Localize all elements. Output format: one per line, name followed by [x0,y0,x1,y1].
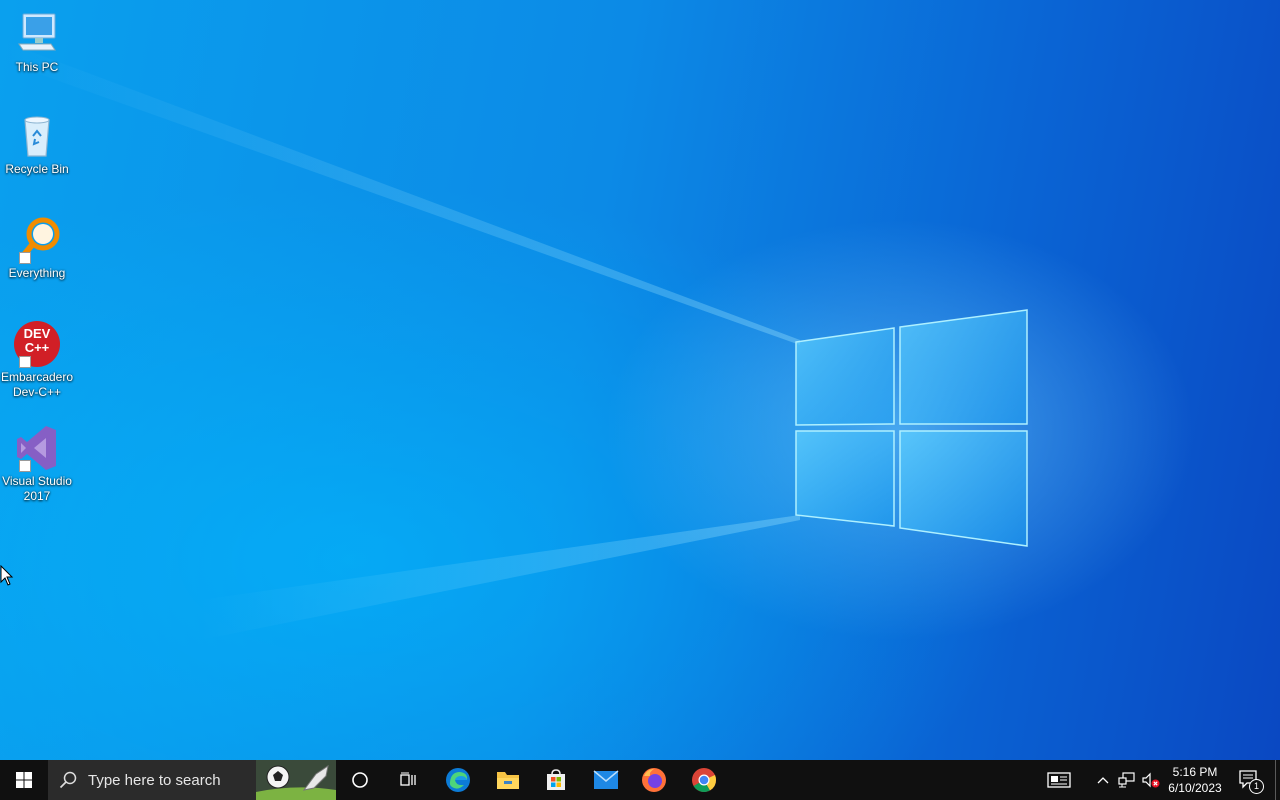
desktop-icon-label: This PC [15,60,59,74]
show-hidden-icons-button[interactable] [1092,760,1114,800]
chrome-icon [692,768,717,793]
clock-time: 5:16 PM [1172,765,1218,779]
search-highlight-soccer-icon [256,760,336,800]
desktop-icon-label: Everything [8,266,66,280]
store-icon [547,769,565,790]
taskbar-clock[interactable]: 5:16 PM 6/10/2023 [1164,760,1226,800]
task-view-icon [400,772,416,786]
file-explorer-icon [497,772,519,789]
visual-studio-icon [13,424,61,472]
news-and-interests[interactable] [1040,760,1078,800]
desktop-icon-this-pc[interactable]: This PC [0,10,74,75]
notification-count-badge: 1 [1249,779,1264,794]
desktop[interactable]: This PC Recycle Bin Everything DEV C++ E… [0,0,1280,760]
taskbar-chrome[interactable] [680,760,728,800]
desktop-icon-everything[interactable]: Everything [0,216,74,281]
cortana-button[interactable] [336,760,384,800]
taskbar-edge[interactable] [434,760,482,800]
volume-muted-icon [1142,772,1160,788]
devcpp-logo-text: DEV C++ [23,326,51,355]
chevron-up-icon [1097,777,1109,784]
desktop-icon-label: Embarcadero Dev-C++ [0,370,74,399]
action-center-button[interactable]: 1 [1232,760,1266,800]
cortana-icon [352,772,368,788]
taskbar-search-box[interactable]: Type here to search [48,760,336,800]
volume-button[interactable] [1140,760,1162,800]
desktop-icon-visual-studio[interactable]: Visual Studio 2017 [0,424,74,504]
start-button[interactable] [0,760,48,800]
shortcut-arrow-icon [19,252,31,264]
recycle-bin-icon [13,112,61,160]
network-status-button[interactable] [1116,760,1138,800]
taskbar-store[interactable] [532,760,580,800]
taskbar-file-explorer[interactable] [484,760,532,800]
taskbar: Type here to search 5:16 PM 6/10/2023 1 [0,760,1280,800]
search-icon [59,771,77,789]
search-placeholder: Type here to search [88,771,221,789]
edge-icon [446,768,470,792]
task-view-button[interactable] [384,760,432,800]
desktop-icon-recycle-bin[interactable]: Recycle Bin [0,112,74,177]
taskbar-mail[interactable] [582,760,630,800]
desktop-icon-label: Recycle Bin [5,162,69,176]
network-icon [1118,772,1135,788]
devcpp-icon: DEV C++ [13,320,61,368]
computer-icon [13,10,61,58]
desktop-icon-devcpp[interactable]: DEV C++ Embarcadero Dev-C++ [0,320,74,400]
mouse-cursor-icon [0,565,14,586]
desktop-icon-label: Visual Studio 2017 [2,474,72,503]
taskbar-firefox[interactable] [630,760,678,800]
windows-wallpaper-logo [0,40,1028,640]
shortcut-arrow-icon [19,460,31,472]
firefox-icon [642,768,666,792]
shortcut-arrow-icon [19,356,31,368]
mail-icon [593,770,619,789]
windows-start-icon [16,772,32,788]
everything-search-icon [13,216,61,264]
show-desktop-button[interactable] [1275,760,1280,800]
clock-date: 6/10/2023 [1168,781,1222,795]
news-icon [1047,772,1071,788]
